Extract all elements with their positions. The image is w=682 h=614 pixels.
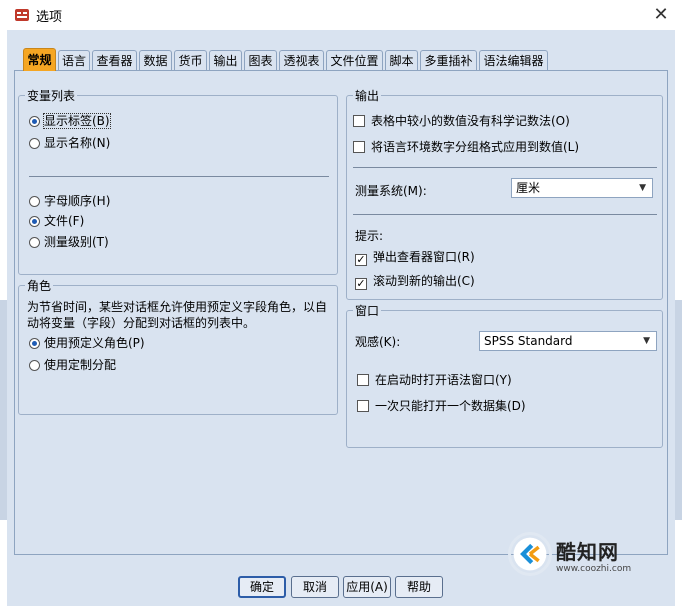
variable-list-group: 变量列表 显示标签(B) 显示名称(N) 字母顺序(H) 文件(F) 测量级别(… — [18, 87, 338, 275]
watermark: 酷知网 www.coozhi.com — [508, 532, 632, 592]
general-tab-panel: 变量列表 显示标签(B) 显示名称(N) 字母顺序(H) 文件(F) 测量级别(… — [14, 70, 668, 555]
measurement-system-label: 测量系统(M): — [355, 184, 427, 198]
tab-multiple-imputation[interactable]: 多重插补 — [420, 50, 477, 70]
roles-description-line2: 动将变量（字段）分配到对话框的列表中。 — [27, 316, 256, 330]
radio-selected-icon — [29, 116, 40, 127]
radio-file-order[interactable]: 文件(F) — [29, 212, 84, 230]
help-button[interactable]: 帮助 — [395, 576, 443, 598]
look-and-feel-label: 观感(K): — [355, 335, 401, 349]
dropdown-arrow-icon: ▼ — [643, 336, 650, 346]
radio-display-names[interactable]: 显示名称(N) — [29, 134, 110, 152]
radio-measurement-level[interactable]: 测量级别(T) — [29, 233, 109, 251]
dropdown-arrow-icon: ▼ — [639, 183, 646, 193]
window-group: 窗口 观感(K): SPSS Standard ▼ 在启动时打开语法窗口(Y) … — [346, 302, 663, 448]
checkbox-empty-icon — [357, 374, 369, 386]
title-bar: 选项 ✕ — [0, 0, 682, 30]
radio-alphabetical[interactable]: 字母顺序(H) — [29, 192, 110, 210]
tab-general[interactable]: 常规 — [23, 48, 56, 71]
tab-output[interactable]: 输出 — [209, 50, 242, 70]
radio-display-labels[interactable]: 显示标签(B) — [29, 112, 111, 130]
tab-data[interactable]: 数据 — [139, 50, 172, 70]
watermark-url: www.coozhi.com — [556, 564, 632, 574]
background-edge-right — [675, 300, 682, 520]
background-edge-left — [0, 300, 7, 520]
cancel-button[interactable]: 取消 — [291, 576, 339, 598]
separator — [29, 176, 329, 177]
watermark-logo-icon — [508, 532, 552, 576]
checkbox-checked-icon: ✓ — [355, 253, 367, 266]
variable-list-title: 变量列表 — [25, 87, 78, 104]
tab-pivot-tables[interactable]: 透视表 — [279, 50, 324, 70]
checkbox-no-scientific-notation[interactable]: 表格中较小的数值没有科学记数法(O) — [353, 112, 570, 130]
output-title: 输出 — [353, 87, 382, 104]
radio-selected-icon — [29, 216, 40, 227]
separator — [353, 167, 657, 168]
radio-empty-icon — [29, 360, 40, 371]
tab-syntax-editor[interactable]: 语法编辑器 — [479, 50, 548, 70]
tab-viewer[interactable]: 查看器 — [92, 50, 137, 70]
notify-label: 提示: — [355, 229, 384, 243]
radio-empty-icon — [29, 138, 40, 149]
output-group: 输出 表格中较小的数值没有科学记数法(O) 将语言环境数字分组格式应用到数值(L… — [346, 87, 663, 300]
spss-app-icon — [15, 9, 29, 21]
checkbox-open-syntax-window[interactable]: 在启动时打开语法窗口(Y) — [357, 371, 512, 389]
checkbox-locale-digit-grouping[interactable]: 将语言环境数字分组格式应用到数值(L) — [353, 138, 579, 156]
tab-charts[interactable]: 图表 — [244, 50, 277, 70]
radio-selected-icon — [29, 338, 40, 349]
ok-button[interactable]: 确定 — [238, 576, 286, 598]
checkbox-empty-icon — [357, 400, 369, 412]
checkbox-popup-viewer[interactable]: ✓ 弹出查看器窗口(R) — [355, 248, 475, 266]
checkbox-checked-icon: ✓ — [355, 277, 367, 290]
roles-group: 角色 为节省时间，某些对话框允许使用预定义字段角色，以自 动将变量（字段）分配到… — [18, 277, 338, 415]
radio-empty-icon — [29, 196, 40, 207]
checkbox-scroll-to-new-output[interactable]: ✓ 滚动到新的输出(C) — [355, 272, 475, 290]
measurement-system-select[interactable]: 厘米 ▼ — [511, 178, 653, 198]
roles-title: 角色 — [25, 277, 54, 294]
tab-currency[interactable]: 货币 — [174, 50, 207, 70]
close-icon[interactable]: ✕ — [646, 3, 676, 27]
window-title: 选项 — [36, 10, 63, 25]
tab-language[interactable]: 语言 — [58, 50, 90, 70]
watermark-text: 酷知网 — [556, 540, 619, 564]
checkbox-one-dataset[interactable]: 一次只能打开一个数据集(D) — [357, 397, 526, 415]
apply-button[interactable]: 应用(A) — [343, 576, 391, 598]
radio-custom-assignments[interactable]: 使用定制分配 — [29, 356, 116, 374]
tab-scripts[interactable]: 脚本 — [385, 50, 418, 70]
checkbox-empty-icon — [353, 141, 365, 153]
radio-predefined-roles[interactable]: 使用预定义角色(P) — [29, 334, 145, 352]
tab-file-locations[interactable]: 文件位置 — [326, 50, 383, 70]
radio-empty-icon — [29, 237, 40, 248]
window-group-title: 窗口 — [353, 302, 382, 319]
look-and-feel-select[interactable]: SPSS Standard ▼ — [479, 331, 657, 351]
separator — [353, 214, 657, 215]
checkbox-empty-icon — [353, 115, 365, 127]
